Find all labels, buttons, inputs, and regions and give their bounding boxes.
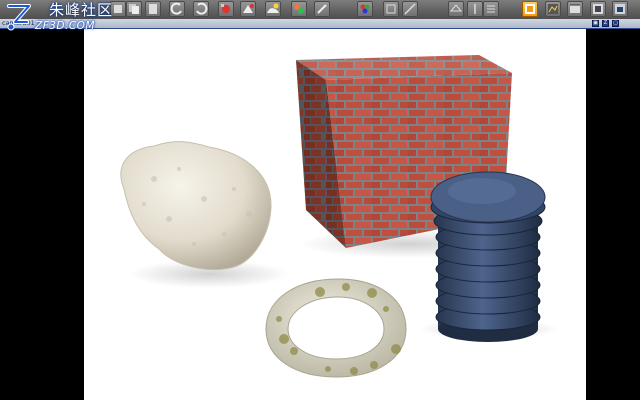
percent-snap-button[interactable] <box>448 1 464 17</box>
viewport-safe-frame-left <box>0 29 84 400</box>
schematic-icon <box>570 4 580 13</box>
quick-render-icon <box>615 4 625 14</box>
render-frame-button[interactable] <box>590 1 606 17</box>
redo-icon <box>196 2 208 15</box>
material-library-button[interactable] <box>314 1 330 17</box>
copy-button[interactable] <box>126 1 142 17</box>
environment-icon <box>267 3 279 13</box>
watermark-site-name: 朱峰社区 <box>49 1 114 19</box>
copy-icon <box>129 4 139 14</box>
material-editor-button[interactable] <box>291 1 307 17</box>
mirror-button[interactable] <box>467 1 483 17</box>
ribbed-cylinder[interactable] <box>430 171 546 342</box>
material-editor-icon <box>294 4 304 14</box>
curve-editor-button[interactable] <box>545 1 561 17</box>
mossy-torus[interactable] <box>265 278 407 378</box>
render-region-icon <box>243 4 254 13</box>
undo-button[interactable] <box>169 1 185 17</box>
redo-button[interactable] <box>193 1 209 17</box>
render-setup-icon <box>360 4 370 14</box>
viewport-safe-frame-right <box>586 29 640 400</box>
percent-snap-icon <box>449 4 463 12</box>
render-region-button[interactable] <box>240 1 256 17</box>
curve-editor-icon <box>548 4 558 14</box>
render-viewport[interactable] <box>84 29 586 400</box>
snap-button[interactable] <box>383 1 399 17</box>
align-button[interactable] <box>483 1 499 17</box>
viewport-maximize-button[interactable]: ▢ <box>612 20 619 27</box>
material-library-icon <box>317 4 327 14</box>
paste-icon <box>149 4 157 14</box>
schematic-button[interactable] <box>567 1 583 17</box>
snap-icon <box>386 4 396 14</box>
zf3d-logo-icon <box>7 4 31 31</box>
render-setup-button[interactable] <box>357 1 373 17</box>
align-icon <box>487 5 495 13</box>
environment-button[interactable] <box>265 1 281 17</box>
viewport-zoom-button[interactable]: Z <box>602 20 609 27</box>
angle-snap-icon <box>404 3 416 15</box>
watermark-domain: ZF3D.COM <box>35 20 95 32</box>
render-icon <box>221 4 230 13</box>
quick-render-button[interactable] <box>612 1 628 17</box>
render-frame-icon <box>593 4 603 14</box>
paste-button[interactable] <box>145 1 161 17</box>
mirror-icon <box>474 4 476 14</box>
layer-button[interactable] <box>522 1 538 17</box>
site-watermark: 朱峰社区 ZF3D.COM <box>3 0 115 38</box>
angle-snap-button[interactable] <box>402 1 418 17</box>
undo-icon <box>170 2 182 15</box>
layer-icon <box>525 4 535 14</box>
viewport-layout-button[interactable]: ▣ <box>592 20 599 27</box>
render-button[interactable] <box>218 1 234 17</box>
